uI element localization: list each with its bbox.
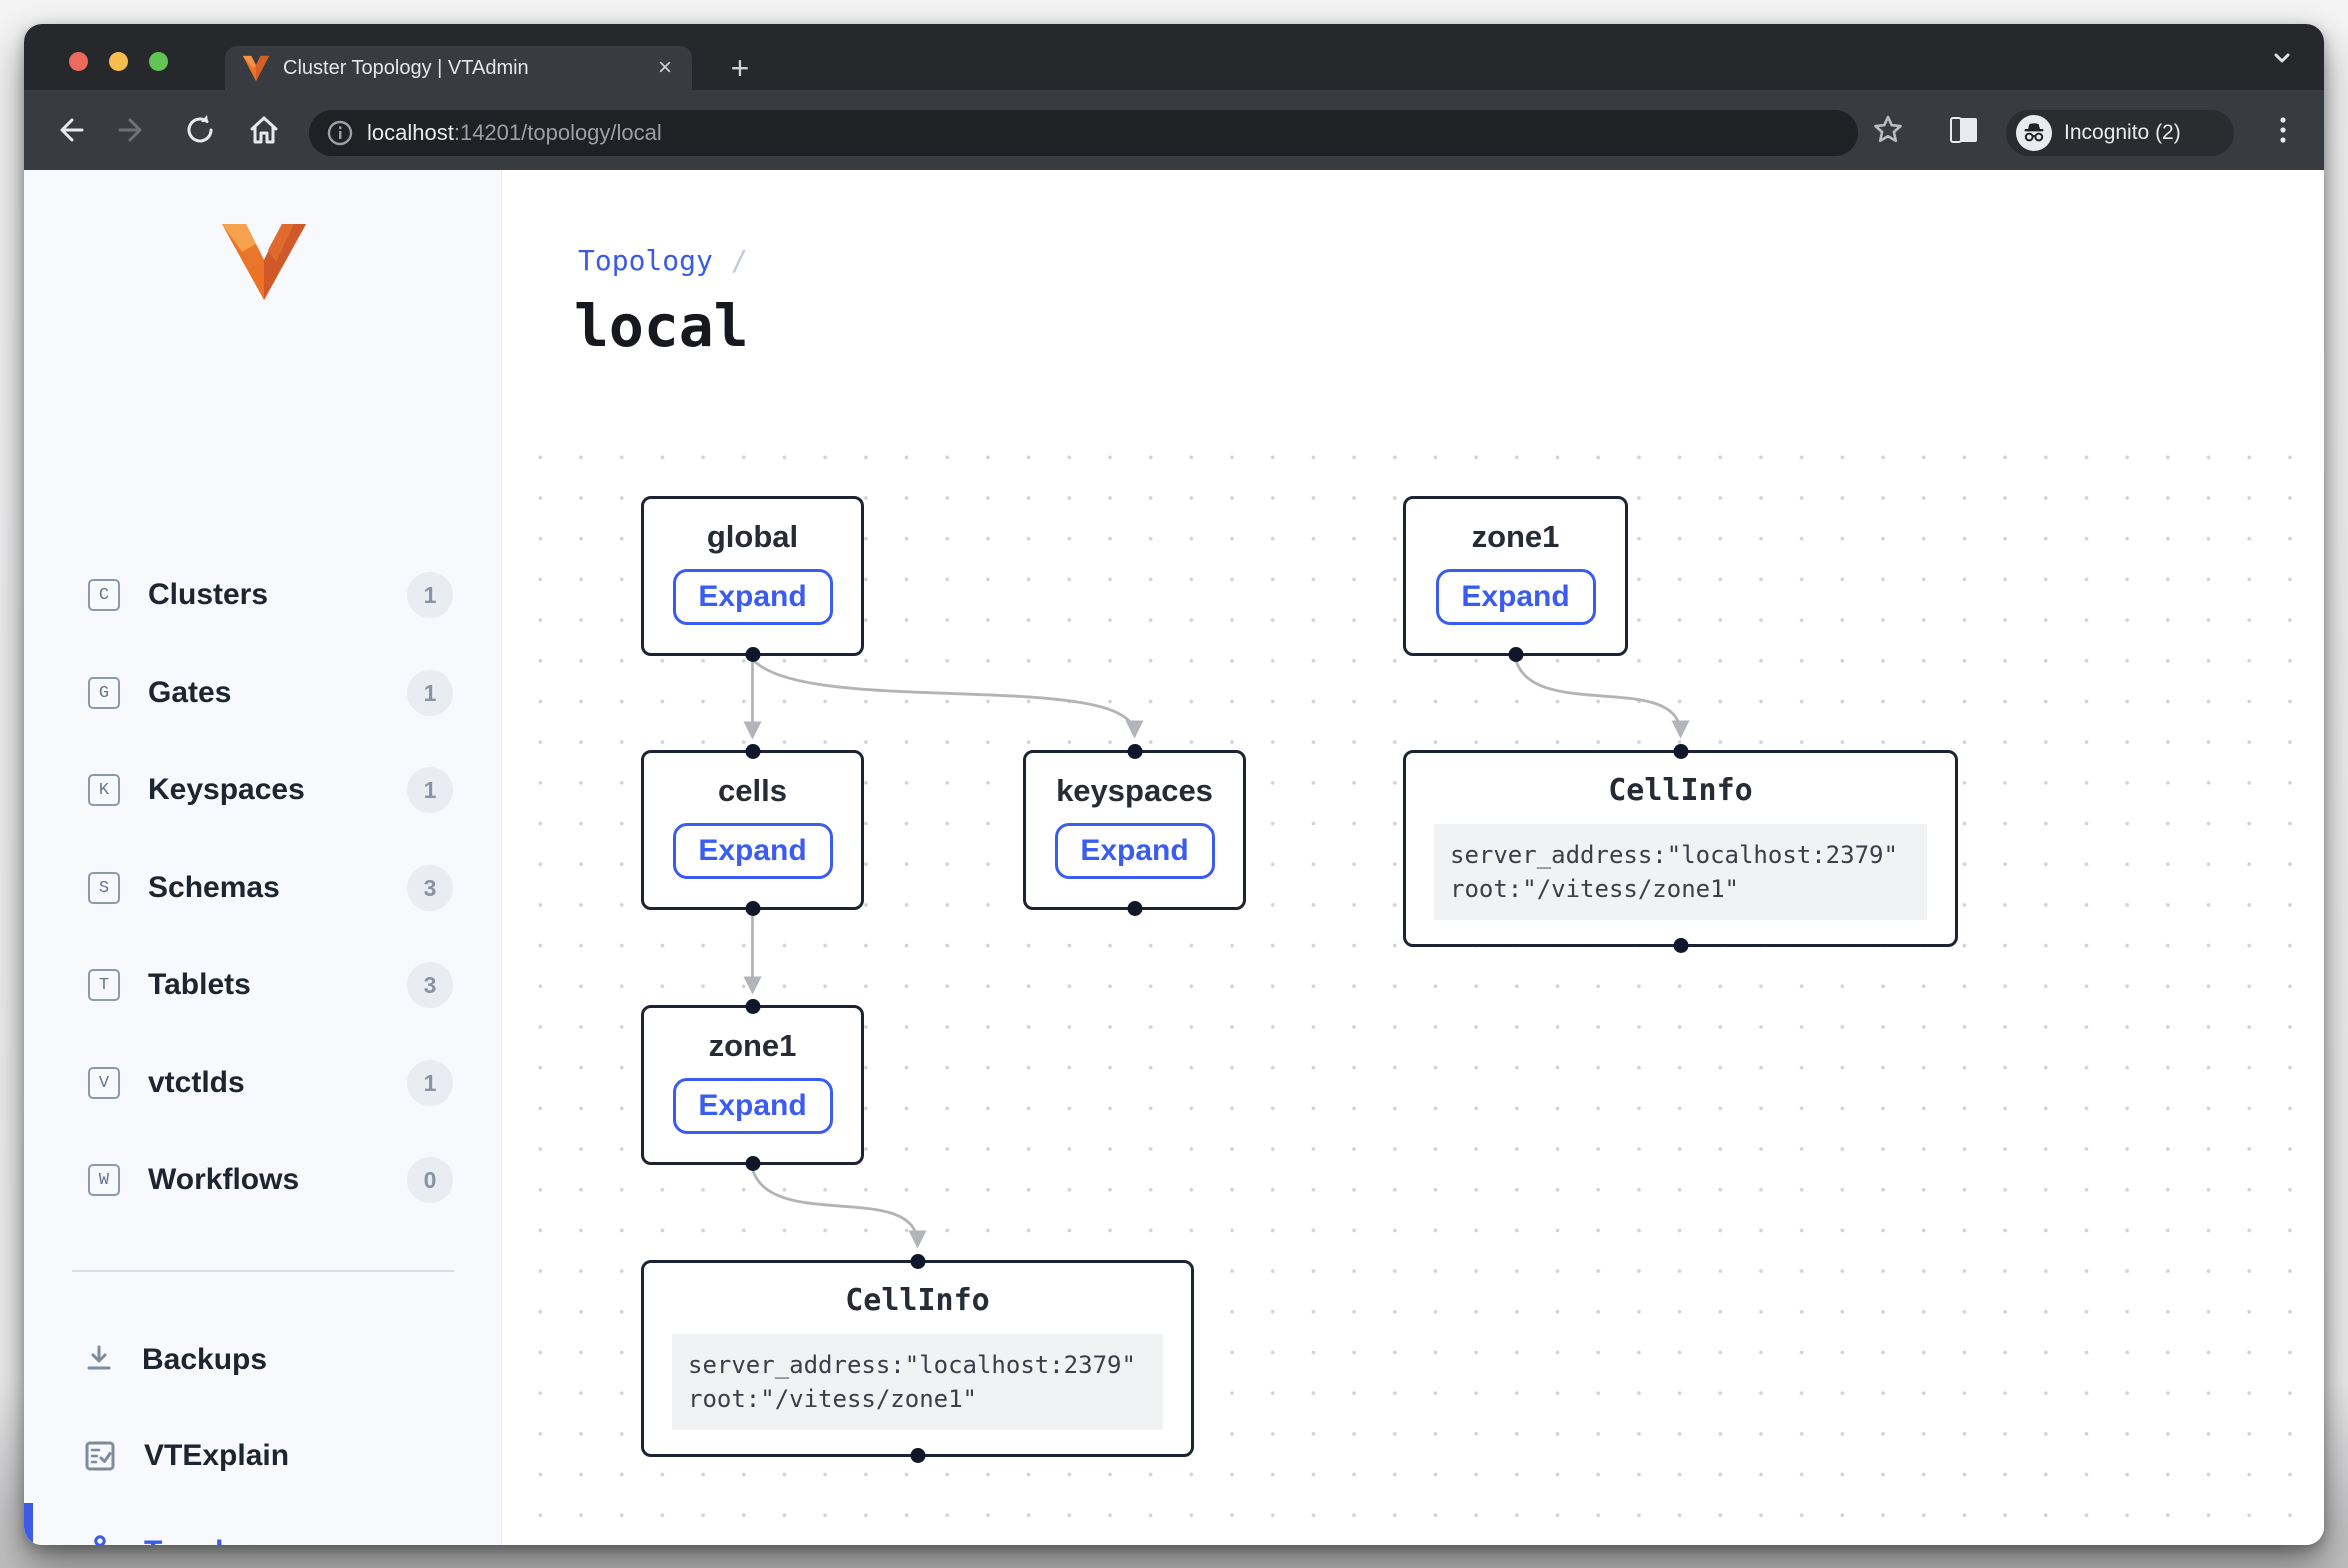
tab-title: Cluster Topology | VTAdmin: [283, 57, 642, 80]
schemas-letter-icon: S: [88, 872, 120, 904]
expand-button[interactable]: Expand: [673, 823, 833, 879]
gates-letter-icon: G: [88, 677, 120, 709]
vitess-logo: [220, 222, 308, 302]
vtadmin-app: C Clusters 1 G Gates 1 K Keyspaces 1 S S…: [24, 170, 2324, 1545]
tab-close-icon[interactable]: ×: [654, 56, 676, 80]
node-cellinfo-bottom: CellInfo server_address:"localhost:2379"…: [641, 1260, 1194, 1457]
node-zone1-lower: zone1 Expand: [641, 1005, 864, 1165]
download-icon: [82, 1343, 116, 1377]
page-title: local: [574, 292, 749, 360]
url-bar[interactable]: localhost:14201/topology/local: [309, 110, 1858, 156]
count-badge: 1: [407, 767, 453, 813]
browser-window: Cluster Topology | VTAdmin × +: [24, 24, 2324, 1545]
connection-handle: [1673, 744, 1688, 759]
incognito-icon: [2016, 115, 2052, 151]
connection-handle: [745, 999, 760, 1014]
menu-dots-icon[interactable]: [2266, 113, 2300, 147]
reload-icon[interactable]: [182, 112, 218, 148]
url-text: localhost:14201/topology/local: [367, 120, 662, 146]
sidebar-item-vtctlds[interactable]: V vtctlds 1: [24, 1052, 501, 1114]
node-cells: cells Expand: [641, 750, 864, 910]
chevron-down-icon[interactable]: [2268, 44, 2296, 77]
active-nav-indicator: [24, 1503, 33, 1545]
connection-handle: [910, 1448, 925, 1463]
expand-button[interactable]: Expand: [1055, 823, 1215, 879]
vtctlds-letter-icon: V: [88, 1067, 120, 1099]
expand-button[interactable]: Expand: [673, 1078, 833, 1134]
browser-toolbar: localhost:14201/topology/local Incognito…: [24, 90, 2324, 170]
connection-handle: [745, 901, 760, 916]
incognito-label: Incognito (2): [2064, 121, 2181, 145]
org-chart-icon: [82, 1534, 118, 1545]
back-icon[interactable]: [50, 112, 86, 148]
node-zone1-top: zone1 Expand: [1403, 496, 1628, 656]
count-badge: 0: [407, 1157, 453, 1203]
side-panel-icon[interactable]: [1946, 112, 1982, 148]
site-info-icon[interactable]: [327, 120, 353, 146]
new-tab-button[interactable]: +: [718, 46, 762, 90]
vitess-favicon-icon: [241, 53, 271, 83]
connection-handle: [745, 647, 760, 662]
connection-handle: [1127, 744, 1142, 759]
breadcrumb: Topology /: [578, 244, 748, 277]
cellinfo-code: server_address:"localhost:2379" root:"/v…: [1434, 824, 1927, 920]
count-badge: 3: [407, 865, 453, 911]
sidebar-item-gates[interactable]: G Gates 1: [24, 662, 501, 724]
count-badge: 1: [407, 1060, 453, 1106]
incognito-badge[interactable]: Incognito (2): [2006, 110, 2234, 156]
sidebar-item-backups[interactable]: Backups: [24, 1328, 501, 1392]
node-global: global Expand: [641, 496, 864, 656]
expand-button[interactable]: Expand: [1436, 569, 1596, 625]
bookmark-star-icon[interactable]: [1870, 112, 1906, 148]
connection-handle: [745, 1156, 760, 1171]
sidebar-item-topology[interactable]: Topology: [24, 1520, 501, 1545]
sidebar-item-clusters[interactable]: C Clusters 1: [24, 564, 501, 626]
node-cellinfo-right: CellInfo server_address:"localhost:2379"…: [1403, 750, 1958, 947]
breadcrumb-separator: /: [731, 244, 748, 277]
keyspaces-letter-icon: K: [88, 774, 120, 806]
count-badge: 3: [407, 962, 453, 1008]
tab-strip: Cluster Topology | VTAdmin × +: [24, 24, 2324, 90]
connection-handle: [745, 744, 760, 759]
expand-button[interactable]: Expand: [673, 569, 833, 625]
browser-tab[interactable]: Cluster Topology | VTAdmin ×: [225, 46, 692, 90]
node-keyspaces: keyspaces Expand: [1023, 750, 1246, 910]
doc-check-icon: [82, 1438, 118, 1474]
connection-handle: [1508, 647, 1523, 662]
clusters-letter-icon: C: [88, 579, 120, 611]
url-host: localhost: [367, 120, 454, 145]
sidebar-item-schemas[interactable]: S Schemas 3: [24, 857, 501, 919]
connection-handle: [910, 1254, 925, 1269]
url-path: :14201/topology/local: [454, 120, 662, 145]
sidebar: C Clusters 1 G Gates 1 K Keyspaces 1 S S…: [24, 170, 502, 1545]
window-minimize-button[interactable]: [109, 52, 128, 71]
forward-icon[interactable]: [116, 112, 152, 148]
count-badge: 1: [407, 670, 453, 716]
tablets-letter-icon: T: [88, 969, 120, 1001]
breadcrumb-topology-link[interactable]: Topology: [578, 244, 713, 277]
workflows-letter-icon: W: [88, 1164, 120, 1196]
sidebar-item-vtexplain[interactable]: VTExplain: [24, 1424, 501, 1488]
connection-handle: [1673, 938, 1688, 953]
count-badge: 1: [407, 572, 453, 618]
sidebar-divider: [72, 1270, 454, 1272]
sidebar-item-keyspaces[interactable]: K Keyspaces 1: [24, 759, 501, 821]
cellinfo-code: server_address:"localhost:2379" root:"/v…: [672, 1334, 1163, 1430]
window-close-button[interactable]: [69, 52, 88, 71]
window-zoom-button[interactable]: [149, 52, 168, 71]
connection-handle: [1127, 901, 1142, 916]
home-icon[interactable]: [246, 112, 282, 148]
sidebar-item-workflows[interactable]: W Workflows 0: [24, 1149, 501, 1211]
sidebar-item-tablets[interactable]: T Tablets 3: [24, 954, 501, 1016]
topology-page: Topology / local global Expand: [502, 170, 2324, 1545]
